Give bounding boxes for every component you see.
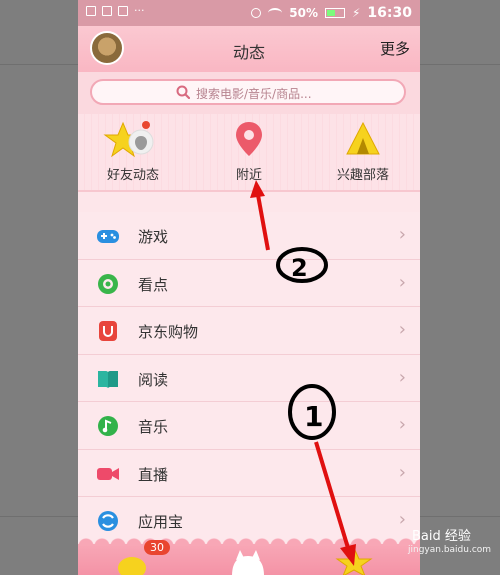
annotation-arrowhead [340, 544, 356, 566]
annotation-number-1: 1 [304, 400, 323, 433]
watermark-url: jingyan.baidu.com [408, 545, 492, 555]
annotation-arrowhead [250, 180, 265, 198]
watermark: Baid 经验 [412, 529, 471, 544]
annotation-arrow [314, 441, 350, 549]
annotation-arrow [256, 194, 270, 251]
annotation-number-2: 2 [291, 254, 308, 282]
annotation-overlay: 2 1 [250, 180, 356, 566]
